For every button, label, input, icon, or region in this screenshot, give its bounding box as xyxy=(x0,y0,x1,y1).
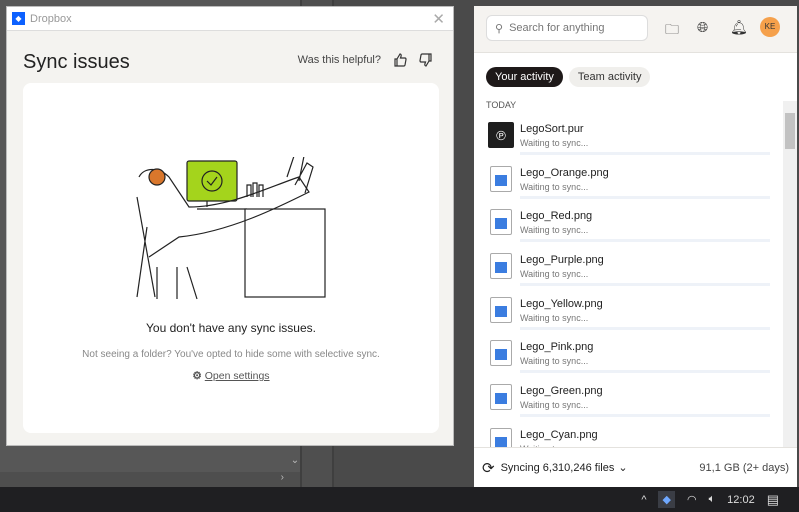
list-item[interactable]: Lego_Yellow.png Waiting to sync... xyxy=(474,293,782,337)
file-status: Waiting to sync... xyxy=(520,181,589,192)
open-settings-link[interactable]: ⚙ Open settings xyxy=(23,370,439,382)
list-item[interactable]: Lego_Red.png Waiting to sync... xyxy=(474,205,782,249)
image-file-icon xyxy=(490,165,512,192)
thumbs-down-icon[interactable] xyxy=(419,53,433,67)
file-list: ℗ LegoSort.pur Waiting to sync... Lego_Oran… xyxy=(474,118,782,447)
app-file-icon: ℗ xyxy=(488,122,514,148)
title-bar: ◆ Dropbox xyxy=(7,7,453,31)
system-tray: ^ ◆ ◠ 🔈︎ 12:02 ▤ xyxy=(641,487,799,512)
tab-team-activity[interactable]: Team activity xyxy=(568,67,651,87)
page-title: Sync issues xyxy=(23,51,130,73)
file-status: Waiting to sync... xyxy=(520,356,589,367)
chevron-up-icon[interactable]: ^ xyxy=(641,494,646,506)
content-card: You don't have any sync issues. Not seei… xyxy=(23,83,439,433)
thumbs-up-icon[interactable] xyxy=(393,53,407,67)
feedback: Was this helpful? xyxy=(298,53,433,67)
file-name: Lego_Orange.png xyxy=(520,166,609,179)
sync-status-button[interactable]: Syncing 6,310,246 files xyxy=(501,462,615,474)
file-status: Waiting to sync... xyxy=(520,269,589,280)
list-item[interactable]: ℗ LegoSort.pur Waiting to sync... xyxy=(474,118,782,162)
notification-icon[interactable]: ▤ xyxy=(767,492,779,508)
list-item[interactable]: Lego_Cyan.pngWaiting to sync... xyxy=(474,424,782,447)
taskbar: ^ ◆ ◠ 🔈︎ 12:02 ▤ xyxy=(0,487,799,512)
image-file-icon xyxy=(490,427,512,447)
avatar[interactable]: KE xyxy=(760,17,780,37)
sync-progress-bar xyxy=(520,370,770,374)
section-label: TODAY xyxy=(486,100,517,110)
sync-issues-window: ◆ Dropbox ✕ Sync issues Was this helpful… xyxy=(6,6,454,446)
list-item[interactable]: Lego_Pink.png Waiting to sync... xyxy=(474,336,782,380)
search-input[interactable]: ⚲ Search for anything xyxy=(486,15,648,41)
no-issues-message: You don't have any sync issues. xyxy=(146,321,316,335)
volume-icon[interactable]: 🔈︎ xyxy=(709,493,716,506)
file-name: Lego_Green.png xyxy=(520,385,603,398)
panel-header: ⚲ Search for anything 🗀 🌐︎ 🔔︎ KE xyxy=(474,6,797,53)
list-item[interactable]: Lego_Green.png Waiting to sync... xyxy=(474,380,782,424)
dropbox-tray-icon[interactable]: ◆ xyxy=(658,491,675,508)
sync-progress-bar xyxy=(520,283,770,287)
file-status: Waiting to sync... xyxy=(520,312,589,323)
image-file-icon xyxy=(490,253,512,280)
close-icon[interactable]: ✕ xyxy=(432,10,445,28)
file-name: LegoSort.pur xyxy=(520,123,584,135)
image-file-icon xyxy=(490,340,512,367)
scrollbar-thumb[interactable] xyxy=(785,113,795,149)
image-file-icon xyxy=(490,209,512,236)
selective-sync-hint: Not seeing a folder? You've opted to hid… xyxy=(82,349,380,360)
file-name: Lego_Purple.png xyxy=(520,254,604,267)
dropbox-logo-icon: ◆ xyxy=(12,12,25,25)
bell-icon[interactable]: 🔔︎ xyxy=(730,19,748,36)
tab-your-activity[interactable]: Your activity xyxy=(486,67,563,87)
sync-footer: ⟳ Syncing 6,310,246 files ⌄ 91,1 GB (2+ … xyxy=(474,447,797,487)
wifi-icon[interactable]: ◠ xyxy=(687,493,697,506)
clock[interactable]: 12:02 xyxy=(727,494,755,506)
scrollbar[interactable] xyxy=(783,101,797,447)
relaxing-person-illustration xyxy=(136,157,326,300)
folder-icon[interactable]: 🗀 xyxy=(665,19,679,43)
activity-panel: ⚲ Search for anything 🗀 🌐︎ 🔔︎ KE Your ac… xyxy=(474,6,797,487)
gear-icon: ⚙ xyxy=(192,370,202,382)
background-scrollbar[interactable]: › xyxy=(0,472,300,487)
sync-progress-bar xyxy=(520,195,770,199)
sync-progress-bar xyxy=(520,414,770,418)
file-status: Waiting to sync... xyxy=(520,138,589,148)
image-file-icon xyxy=(490,384,512,411)
open-settings-label: Open settings xyxy=(204,370,270,382)
app-name: Dropbox xyxy=(30,12,72,25)
file-name: Lego_Cyan.png xyxy=(520,428,598,441)
globe-icon[interactable]: 🌐︎ xyxy=(697,19,708,36)
chevron-down-icon[interactable]: ⌄ xyxy=(618,461,627,474)
file-status: Waiting to sync... xyxy=(520,225,589,236)
chevron-down-icon[interactable]: ⌄ xyxy=(288,455,302,472)
size-info: 91,1 GB (2+ days) xyxy=(699,461,789,474)
sync-progress-bar xyxy=(520,239,770,243)
sync-progress-bar xyxy=(520,326,770,330)
image-file-icon xyxy=(490,296,512,323)
sync-progress-bar xyxy=(520,152,770,155)
file-name: Lego_Yellow.png xyxy=(520,297,603,310)
sync-icon: ⟳ xyxy=(482,459,495,477)
list-item[interactable]: Lego_Purple.png Waiting to sync... xyxy=(474,249,782,293)
file-status: Waiting to sync... xyxy=(520,400,589,411)
file-name: Lego_Pink.png xyxy=(520,341,594,354)
helpful-prompt: Was this helpful? xyxy=(297,54,381,66)
file-name: Lego_Red.png xyxy=(520,210,593,223)
list-item[interactable]: Lego_Orange.png Waiting to sync... xyxy=(474,162,782,206)
search-icon: ⚲ xyxy=(495,22,504,35)
search-placeholder: Search for anything xyxy=(509,22,605,34)
